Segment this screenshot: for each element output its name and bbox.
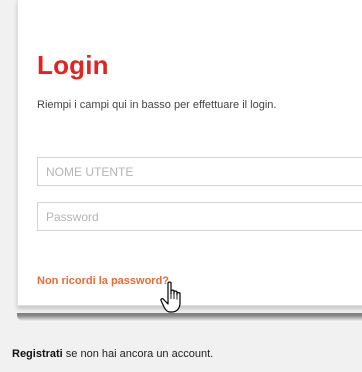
login-instructions: Riempi i campi qui in basso per effettua…: [37, 99, 277, 111]
register-suffix: se non hai ancora un account.: [62, 348, 214, 360]
hand-pointer-icon: [160, 281, 181, 313]
register-link[interactable]: Registrati: [12, 348, 63, 360]
login-panel: [17, 0, 362, 306]
page-title: Login: [37, 50, 109, 80]
panel-shadow: [17, 313, 362, 321]
username-input[interactable]: [37, 157, 362, 186]
password-input[interactable]: [37, 202, 362, 231]
register-prompt: Registrati se non hai ancora un account.: [12, 348, 213, 360]
forgot-password-link[interactable]: Non ricordi la password?: [37, 275, 169, 287]
